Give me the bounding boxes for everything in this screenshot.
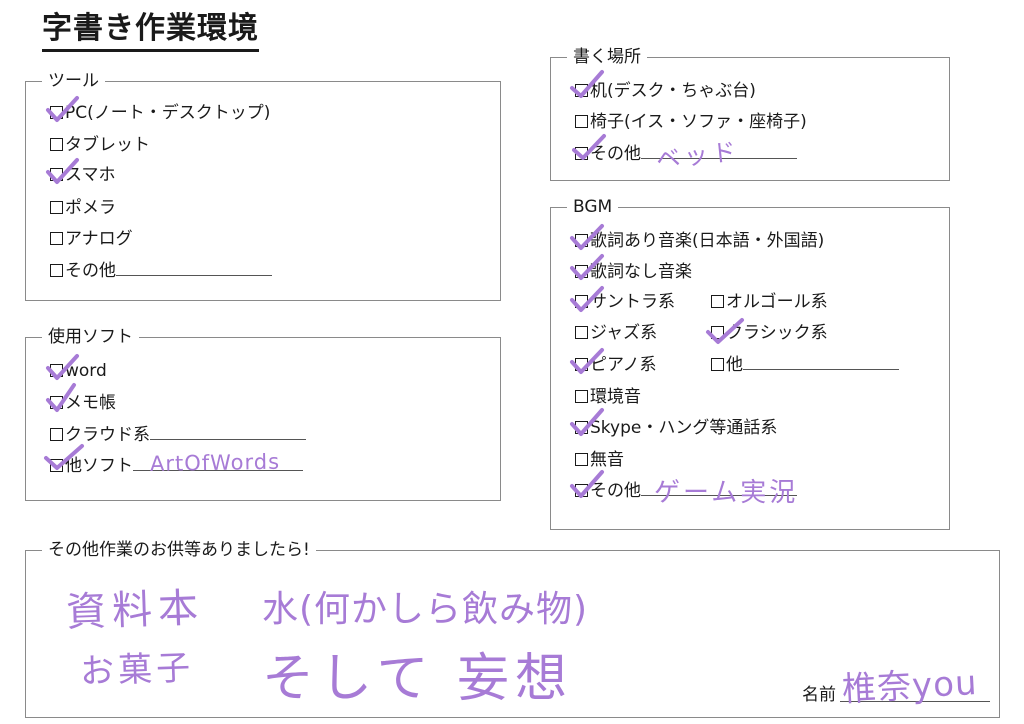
checkbox[interactable] xyxy=(575,390,588,403)
tools-legend: ツール xyxy=(42,71,105,91)
notes-line1b-handwriting: 水(何かしら飲み物) xyxy=(262,589,589,630)
name-handwriting: 椎奈you xyxy=(841,662,979,710)
bgm-misc-option[interactable]: 他 xyxy=(711,354,899,376)
checkmark-icon xyxy=(46,383,76,412)
checkmark-icon xyxy=(570,408,604,436)
software-cloud-option[interactable]: クラウド系 xyxy=(50,424,306,446)
checkbox[interactable] xyxy=(50,201,63,214)
checkmark-icon xyxy=(46,96,79,122)
notes-line2a-handwriting: お菓子 xyxy=(79,648,195,692)
checkbox[interactable] xyxy=(711,358,724,371)
checkmark-icon xyxy=(44,444,84,470)
checkbox[interactable] xyxy=(575,453,588,466)
tool-other-option[interactable]: その他 xyxy=(50,260,272,282)
bgm-misc-blank[interactable] xyxy=(743,355,899,370)
software-cloud-blank[interactable] xyxy=(150,425,306,440)
checkbox[interactable] xyxy=(50,138,63,151)
checkmark-icon xyxy=(570,286,604,312)
checkbox[interactable] xyxy=(50,232,63,245)
notes-line2b-handwriting: そして 妄想 xyxy=(262,649,573,709)
checkmark-icon xyxy=(570,470,604,498)
checkmark-icon xyxy=(570,348,604,374)
checkbox[interactable] xyxy=(711,295,724,308)
software-legend: 使用ソフト xyxy=(42,327,139,347)
checkmark-icon xyxy=(570,70,604,98)
tool-pomera-option[interactable]: ポメラ xyxy=(50,197,116,219)
bgm-jazz-option[interactable]: ジャズ系 xyxy=(575,322,657,344)
checkmark-icon xyxy=(570,254,604,280)
checkmark-icon xyxy=(46,158,79,184)
checkmark-icon xyxy=(46,354,79,380)
tool-analog-option[interactable]: アナログ xyxy=(50,228,133,250)
bgm-lyrics-option[interactable]: 歌詞あり音楽(日本語・外国語) xyxy=(575,230,824,252)
bgm-musicbox-option[interactable]: オルゴール系 xyxy=(711,291,828,313)
bgm-legend: BGM xyxy=(567,197,619,217)
checkbox[interactable] xyxy=(575,115,588,128)
notes-legend: その他作業のお供等ありましたら! xyxy=(42,540,316,560)
page-title: 字書き作業環境 xyxy=(42,10,259,52)
checkbox[interactable] xyxy=(50,264,63,277)
checkbox[interactable] xyxy=(575,326,588,339)
checkmark-icon xyxy=(570,224,604,250)
software-other-handwriting: ArtOfWords xyxy=(149,449,281,476)
tool-other-blank[interactable] xyxy=(116,261,272,276)
bgm-other-handwriting: ゲーム実況 xyxy=(654,478,799,508)
tools-section: ツール PC(ノート・デスクトップ) タブレット スマホ ポメラ アナログ その… xyxy=(25,71,501,301)
place-legend: 書く場所 xyxy=(567,47,647,67)
name-label: 名前 xyxy=(802,685,836,705)
software-section: 使用ソフト word メモ帳 クラウド系 他ソフト xyxy=(25,327,501,501)
tool-pc-option[interactable]: PC(ノート・デスクトップ) xyxy=(50,102,270,124)
notes-line1a-handwriting: 資料本 xyxy=(65,585,205,636)
checkmark-icon xyxy=(706,318,744,344)
tool-tablet-option[interactable]: タブレット xyxy=(50,134,150,156)
place-section: 書く場所 机(デスク・ちゃぶ台) 椅子(イス・ソファ・座椅子) その他 xyxy=(550,47,950,181)
bgm-ambient-option[interactable]: 環境音 xyxy=(575,386,641,408)
checkmark-icon xyxy=(572,134,606,160)
place-chair-option[interactable]: 椅子(イス・ソファ・座椅子) xyxy=(575,111,807,133)
